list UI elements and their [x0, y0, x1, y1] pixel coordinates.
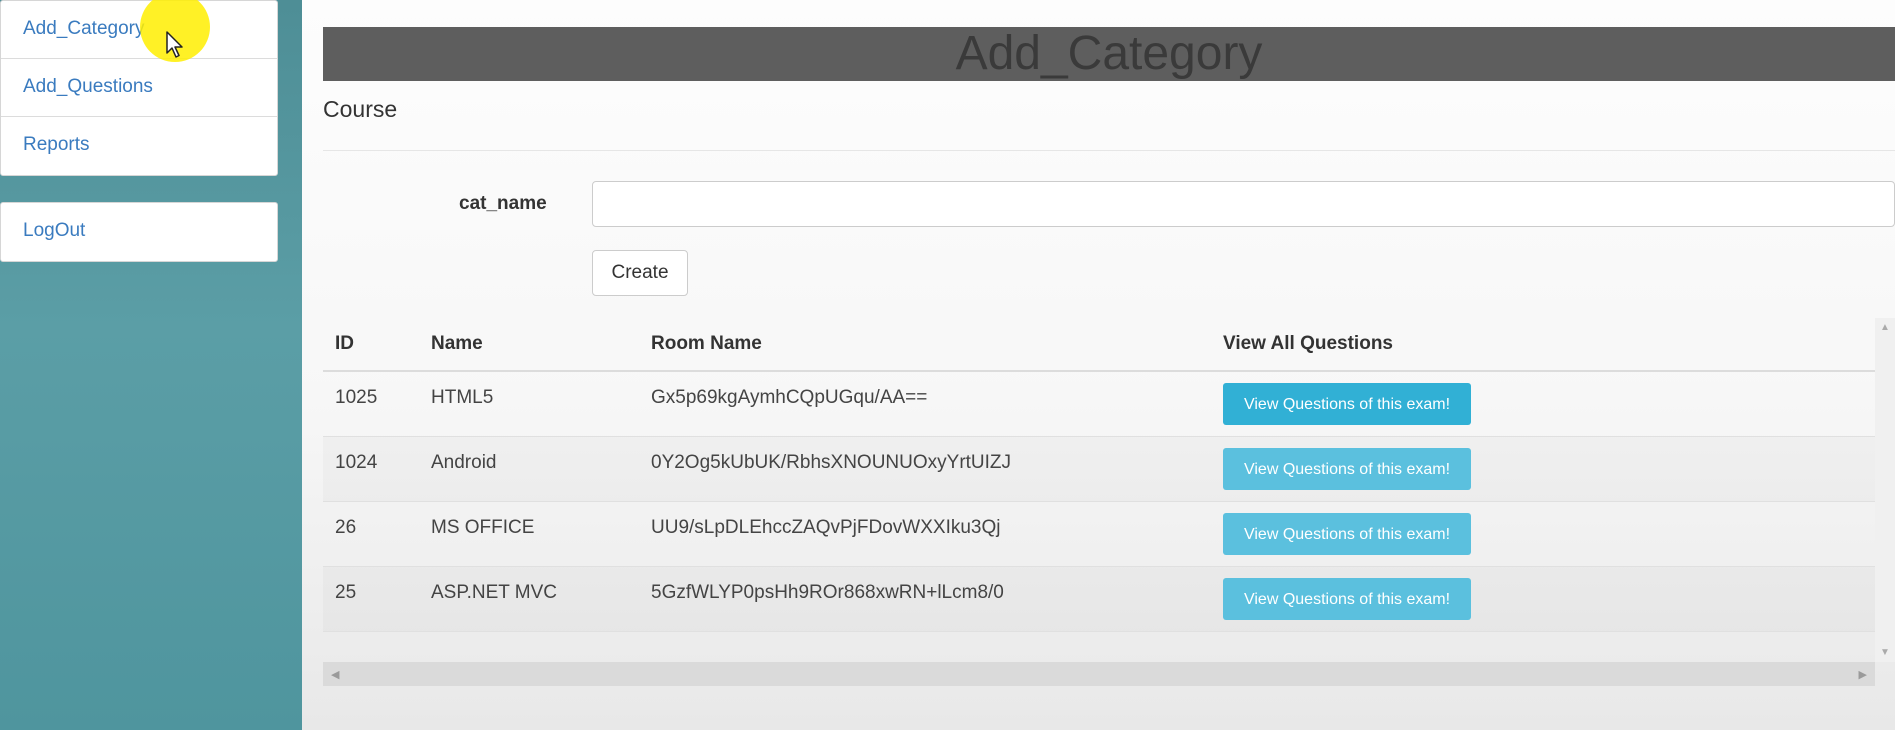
cell-room-name: 5GzfWLYP0psHh9ROr868xwRN+lLcm8/0: [639, 566, 1211, 632]
main-content: Add_Category Course cat_name Create ID N…: [302, 0, 1895, 730]
column-header-view-all-questions: View All Questions: [1211, 318, 1875, 372]
sidebar: Add_Category Add_Questions Reports LogOu…: [0, 0, 302, 730]
scroll-left-icon[interactable]: ◀: [323, 668, 347, 681]
cell-name: Android: [419, 436, 639, 502]
category-table-container: ID Name Room Name View All Questions 102…: [323, 318, 1875, 660]
view-questions-button[interactable]: View Questions of this exam!: [1223, 383, 1471, 425]
divider: [323, 150, 1895, 151]
cat-name-input[interactable]: [592, 181, 1895, 227]
column-header-name: Name: [419, 318, 639, 372]
scroll-up-icon[interactable]: ▲: [1880, 322, 1890, 333]
sidebar-logout-group: LogOut: [0, 202, 278, 262]
sidebar-menu: Add_Category Add_Questions Reports: [0, 0, 278, 176]
page-title: Add_Category: [323, 27, 1895, 81]
cell-action: View Questions of this exam!: [1211, 566, 1875, 632]
table-row: 1025 HTML5 Gx5p69kgAymhCQpUGqu/AA== View…: [323, 371, 1875, 437]
cell-room-name: UU9/sLpDLEhccZAQvPjFDovWXXIku3Qj: [639, 501, 1211, 567]
category-table: ID Name Room Name View All Questions 102…: [323, 318, 1875, 632]
table-row: 1024 Android 0Y2Og5kUbUK/RbhsXNOUNUOxyYr…: [323, 436, 1875, 502]
column-header-room-name: Room Name: [639, 318, 1211, 372]
sidebar-item-reports[interactable]: Reports: [1, 117, 277, 175]
view-questions-button[interactable]: View Questions of this exam!: [1223, 512, 1471, 555]
cat-name-label: cat_name: [459, 193, 547, 214]
cell-name: ASP.NET MVC: [419, 566, 639, 632]
scroll-down-icon[interactable]: ▼: [1880, 647, 1890, 658]
table-row: 26 MS OFFICE UU9/sLpDLEhccZAQvPjFDovWXXI…: [323, 501, 1875, 567]
cell-room-name: 0Y2Og5kUbUK/RbhsXNOUNUOxyYrtUIZJ: [639, 436, 1211, 502]
cell-room-name: Gx5p69kgAymhCQpUGqu/AA==: [639, 371, 1211, 437]
page-subtitle: Course: [323, 96, 398, 122]
cell-id: 25: [323, 566, 419, 632]
cell-name: HTML5: [419, 371, 639, 437]
view-questions-button[interactable]: View Questions of this exam!: [1223, 447, 1471, 490]
logout-link[interactable]: LogOut: [1, 203, 277, 261]
column-header-id: ID: [323, 318, 419, 372]
horizontal-scrollbar[interactable]: ◀ ▶: [323, 662, 1875, 686]
view-questions-button[interactable]: View Questions of this exam!: [1223, 577, 1471, 620]
scroll-right-icon[interactable]: ▶: [1851, 668, 1875, 681]
sidebar-item-add-questions[interactable]: Add_Questions: [1, 59, 277, 117]
cell-action: View Questions of this exam!: [1211, 436, 1875, 502]
cell-name: MS OFFICE: [419, 501, 639, 567]
create-button[interactable]: Create: [592, 250, 688, 296]
vertical-scrollbar[interactable]: ▲ ▼: [1875, 318, 1895, 662]
mouse-cursor-icon: [166, 31, 183, 58]
cell-id: 26: [323, 501, 419, 567]
sidebar-item-add-category[interactable]: Add_Category: [1, 1, 277, 59]
table-header-row: ID Name Room Name View All Questions: [323, 318, 1875, 372]
table-row: 25 ASP.NET MVC 5GzfWLYP0psHh9ROr868xwRN+…: [323, 566, 1875, 632]
cell-action: View Questions of this exam!: [1211, 501, 1875, 567]
cell-id: 1025: [323, 371, 419, 437]
cell-action: View Questions of this exam!: [1211, 371, 1875, 437]
cell-id: 1024: [323, 436, 419, 502]
